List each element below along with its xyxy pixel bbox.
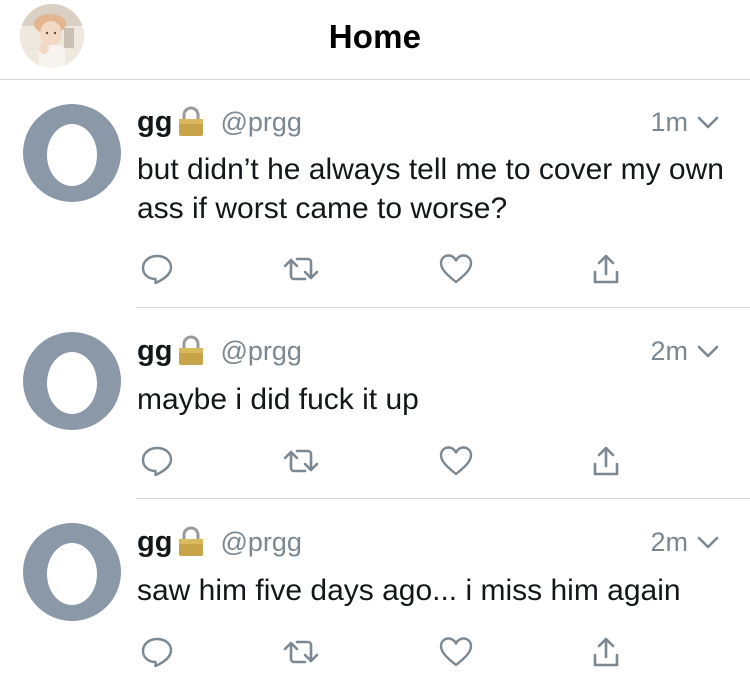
reply-button[interactable] (137, 632, 177, 672)
timestamp: 2m (650, 526, 688, 557)
tweet-time: 2m (650, 333, 720, 369)
username-handle[interactable]: @prgg (220, 336, 301, 367)
retweet-button[interactable] (281, 249, 321, 289)
egg-icon (47, 352, 97, 414)
chevron-down-icon[interactable] (696, 107, 720, 138)
lock-icon (176, 106, 206, 143)
username-handle[interactable]: @prgg (220, 527, 301, 558)
retweet-button[interactable] (281, 632, 321, 672)
egg-icon (47, 543, 97, 605)
tweet-time: 2m (650, 524, 720, 560)
tweet-actions (137, 249, 637, 289)
top-bar: Home (0, 0, 750, 80)
lock-icon (176, 335, 206, 372)
reply-icon (141, 637, 173, 668)
share-button[interactable] (586, 441, 626, 481)
tweet-text: maybe i did fuck it up (137, 383, 419, 416)
tweet-header: gg @prgg (137, 524, 302, 560)
reply-button[interactable] (137, 249, 177, 289)
timestamp: 2m (650, 335, 688, 366)
egg-avatar[interactable] (23, 523, 121, 621)
page-title: Home (328, 18, 422, 55)
heart-icon (439, 637, 473, 667)
reply-icon (141, 446, 173, 477)
reply-icon (141, 254, 173, 285)
tweet-actions (137, 632, 637, 672)
chevron-down-icon[interactable] (696, 527, 720, 558)
share-icon (593, 446, 619, 476)
tweet[interactable]: gg @prgg 2m maybe i did fuck it up (0, 308, 750, 499)
like-button[interactable] (436, 441, 476, 481)
egg-avatar[interactable] (23, 104, 121, 202)
tweet[interactable]: gg @prgg 2m saw him five days ago... i m… (0, 499, 750, 683)
display-name[interactable]: gg (137, 106, 172, 139)
tweet-header: gg @prgg (137, 104, 302, 140)
share-icon (593, 637, 619, 667)
lock-icon (176, 526, 206, 563)
reply-button[interactable] (137, 441, 177, 481)
share-icon (593, 254, 619, 284)
tweet-actions (137, 441, 637, 481)
share-button[interactable] (586, 249, 626, 289)
tweet-text: but didn’t he always tell me to cover my… (137, 153, 724, 225)
tweet-header: gg @prgg (137, 333, 302, 369)
share-button[interactable] (586, 632, 626, 672)
retweet-icon (283, 257, 319, 281)
heart-icon (439, 254, 473, 284)
display-name[interactable]: gg (137, 335, 172, 368)
like-button[interactable] (436, 632, 476, 672)
tweet[interactable]: gg @prgg 1m but didn’t he always tell me… (0, 80, 750, 308)
egg-avatar[interactable] (23, 332, 121, 430)
username-handle[interactable]: @prgg (220, 107, 301, 138)
egg-icon (47, 124, 97, 186)
chevron-down-icon[interactable] (696, 336, 720, 367)
tweet-time: 1m (650, 104, 720, 140)
retweet-icon (283, 640, 319, 664)
timestamp: 1m (650, 106, 688, 137)
heart-icon (439, 446, 473, 476)
like-button[interactable] (436, 249, 476, 289)
tweet-text: saw him five days ago... i miss him agai… (137, 574, 681, 607)
display-name[interactable]: gg (137, 526, 172, 559)
retweet-icon (283, 449, 319, 473)
retweet-button[interactable] (281, 441, 321, 481)
